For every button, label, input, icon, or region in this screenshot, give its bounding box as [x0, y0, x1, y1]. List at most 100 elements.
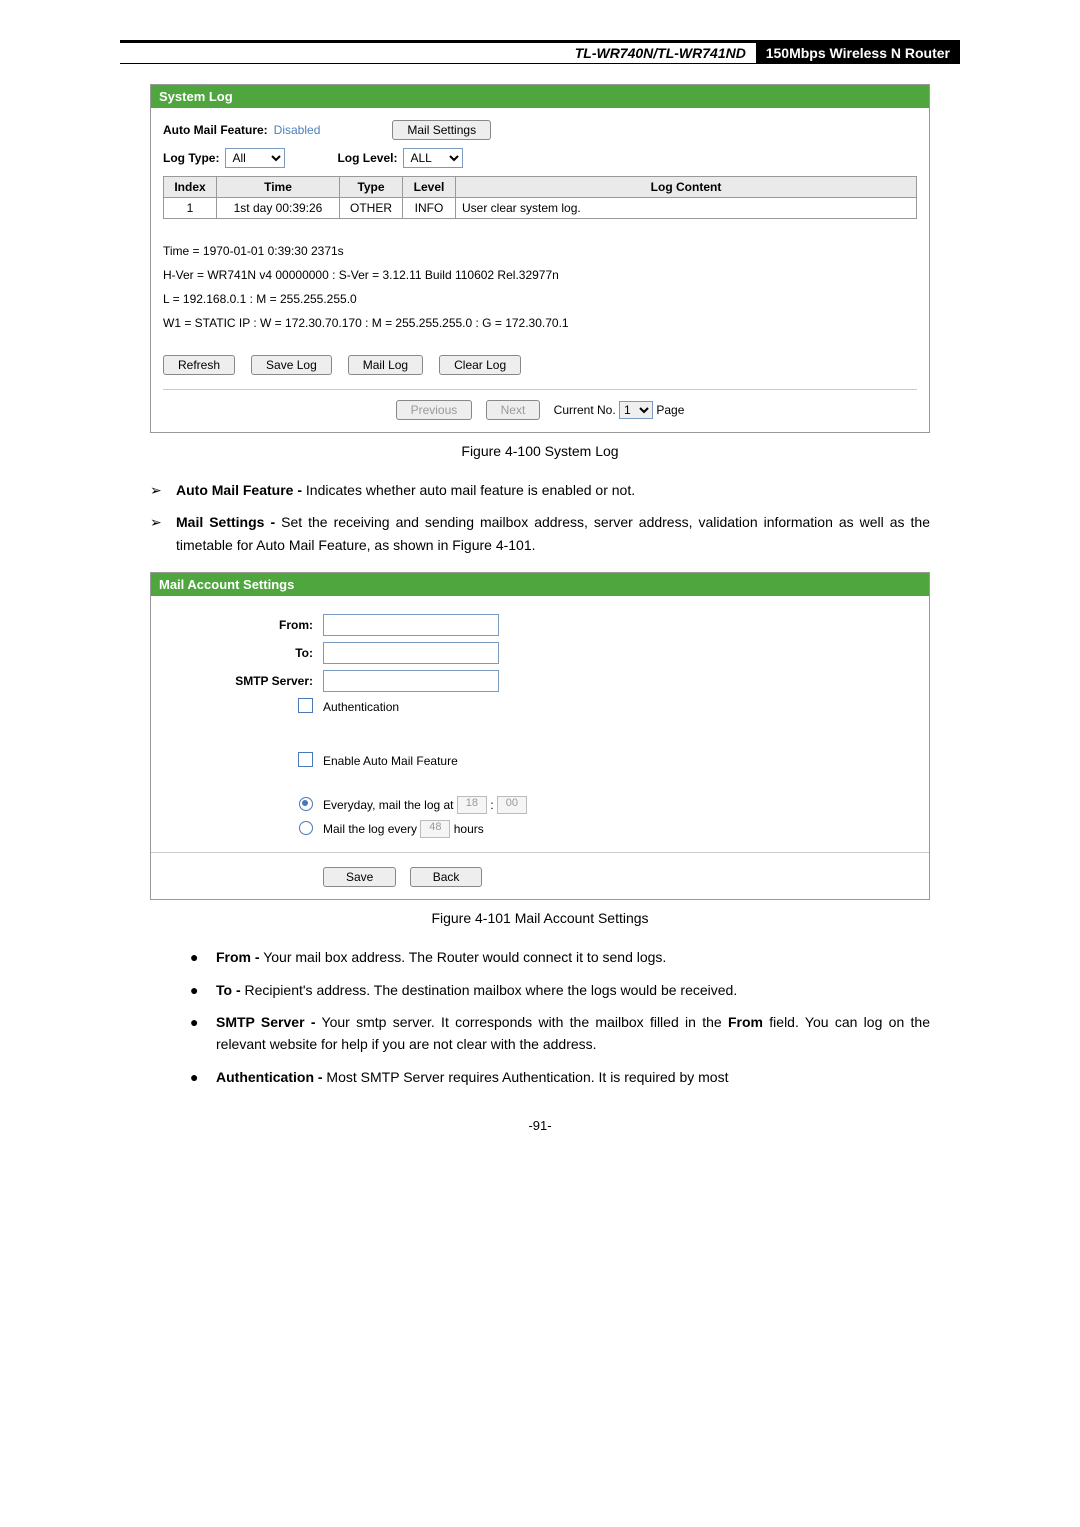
colon: : [490, 798, 493, 812]
mail-settings-bold: Mail Settings - [176, 514, 275, 530]
auto-mail-label: Auto Mail Feature: [163, 123, 268, 137]
info-lan: L = 192.168.0.1 : M = 255.255.255.0 [163, 287, 917, 311]
doc-item-mail-settings: ➢ Mail Settings - Set the receiving and … [150, 511, 930, 556]
smtp-label: SMTP Server: [163, 674, 323, 688]
save-button[interactable]: Save [323, 867, 396, 887]
enable-row: Enable Auto Mail Feature [163, 752, 917, 770]
auth-text: Most SMTP Server requires Authentication… [323, 1069, 729, 1085]
cell-time: 1st day 00:39:26 [217, 198, 340, 219]
interval-row: Mail the log every 48 hours [163, 820, 917, 838]
cell-level: INFO [403, 198, 456, 219]
hour-input[interactable]: 18 [457, 796, 487, 814]
page-number: -91- [120, 1118, 960, 1133]
bullet-icon: ● [190, 1011, 206, 1056]
figure-caption-101: Figure 4-101 Mail Account Settings [120, 910, 960, 926]
page-label: Page [656, 403, 684, 417]
mail-log-button[interactable]: Mail Log [348, 355, 423, 375]
mail-settings-button[interactable]: Mail Settings [392, 120, 491, 140]
log-level-label: Log Level: [337, 151, 397, 165]
th-level: Level [403, 177, 456, 198]
save-log-button[interactable]: Save Log [251, 355, 332, 375]
next-button[interactable]: Next [486, 400, 541, 420]
mail-buttons: Save Back [163, 867, 917, 887]
bullet-to: ● To - Recipient's address. The destinat… [190, 979, 930, 1001]
smtp-row: SMTP Server: [163, 670, 917, 692]
to-bold: To - [216, 982, 241, 998]
auth-bold: Authentication - [216, 1069, 323, 1085]
auto-mail-row: Auto Mail Feature: Disabled Mail Setting… [163, 120, 917, 140]
everyday-row: Everyday, mail the log at 18 : 00 [163, 796, 917, 814]
from-row: From: [163, 614, 917, 636]
th-index: Index [164, 177, 217, 198]
info-wan: W1 = STATIC IP : W = 172.30.70.170 : M =… [163, 311, 917, 335]
arrow-marker-icon: ➢ [150, 479, 166, 501]
auto-mail-text: Indicates whether auto mail feature is e… [302, 482, 635, 498]
current-no-label: Current No. [554, 403, 616, 417]
bullet-from: ● From - Your mail box address. The Rout… [190, 946, 930, 968]
interval-label: Mail the log every [323, 822, 417, 836]
interval-hours-input[interactable]: 48 [420, 820, 450, 838]
from-label: From: [163, 618, 323, 632]
smtp-text: Your smtp server. It corresponds with th… [315, 1014, 728, 1030]
bullet-icon: ● [190, 946, 206, 968]
back-button[interactable]: Back [410, 867, 483, 887]
th-content: Log Content [456, 177, 917, 198]
to-label: To: [163, 646, 323, 660]
doc-list-top: ➢ Auto Mail Feature - Indicates whether … [150, 479, 930, 556]
panel-title-mail: Mail Account Settings [151, 573, 929, 596]
from-bold: From - [216, 949, 260, 965]
enable-auto-mail-checkbox[interactable] [298, 752, 313, 767]
th-type: Type [340, 177, 403, 198]
to-input[interactable] [323, 642, 499, 664]
from-text: Your mail box address. The Router would … [260, 949, 667, 965]
pager: Previous Next Current No. 1 Page [163, 389, 917, 420]
log-level-select[interactable]: ALL [403, 148, 463, 168]
interval-radio[interactable] [299, 821, 313, 835]
info-time: Time = 1970-01-01 0:39:30 2371s [163, 239, 917, 263]
th-time: Time [217, 177, 340, 198]
bullet-auth: ● Authentication - Most SMTP Server requ… [190, 1066, 930, 1088]
system-log-panel: System Log Auto Mail Feature: Disabled M… [150, 84, 930, 433]
tagline-text: 150Mbps Wireless N Router [756, 42, 960, 64]
arrow-marker-icon: ➢ [150, 511, 166, 556]
panel-title-syslog: System Log [151, 85, 929, 108]
doc-item-auto-mail: ➢ Auto Mail Feature - Indicates whether … [150, 479, 930, 501]
log-table: Index Time Type Level Log Content 1 1st … [163, 176, 917, 219]
mail-account-panel: Mail Account Settings From: To: SMTP Ser… [150, 572, 930, 900]
everyday-radio[interactable] [299, 797, 313, 811]
cell-content: User clear system log. [456, 198, 917, 219]
smtp-bold: SMTP Server - [216, 1014, 315, 1030]
table-row: 1 1st day 00:39:26 OTHER INFO User clear… [164, 198, 917, 219]
hours-label: hours [454, 822, 484, 836]
minute-input[interactable]: 00 [497, 796, 527, 814]
auto-mail-bold: Auto Mail Feature - [176, 482, 302, 498]
mail-settings-text: Set the receiving and sending mailbox ad… [176, 514, 930, 552]
filter-row: Log Type: All Log Level: ALL [163, 148, 917, 168]
bullet-icon: ● [190, 1066, 206, 1088]
doc-bullets: ● From - Your mail box address. The Rout… [190, 946, 930, 1088]
auth-label: Authentication [323, 700, 399, 714]
previous-button[interactable]: Previous [396, 400, 473, 420]
auth-row: Authentication [163, 698, 917, 716]
doc-header: TL-WR740N/TL-WR741ND 150Mbps Wireless N … [120, 40, 960, 64]
model-text: TL-WR740N/TL-WR741ND [569, 43, 752, 63]
log-type-select[interactable]: All [225, 148, 285, 168]
smtp-input[interactable] [323, 670, 499, 692]
everyday-label: Everyday, mail the log at [323, 798, 454, 812]
bullet-smtp: ● SMTP Server - Your smtp server. It cor… [190, 1011, 930, 1056]
auth-checkbox[interactable] [298, 698, 313, 713]
bullet-icon: ● [190, 979, 206, 1001]
log-button-row: Refresh Save Log Mail Log Clear Log [163, 355, 917, 375]
info-ver: H-Ver = WR741N v4 00000000 : S-Ver = 3.1… [163, 263, 917, 287]
log-type-label: Log Type: [163, 151, 219, 165]
divider [151, 852, 929, 853]
from-ref-bold: From [728, 1014, 763, 1030]
table-header-row: Index Time Type Level Log Content [164, 177, 917, 198]
cell-type: OTHER [340, 198, 403, 219]
clear-log-button[interactable]: Clear Log [439, 355, 521, 375]
page-select[interactable]: 1 [619, 401, 653, 419]
figure-caption-100: Figure 4-100 System Log [120, 443, 960, 459]
refresh-button[interactable]: Refresh [163, 355, 235, 375]
system-info: Time = 1970-01-01 0:39:30 2371s H-Ver = … [163, 239, 917, 335]
from-input[interactable] [323, 614, 499, 636]
